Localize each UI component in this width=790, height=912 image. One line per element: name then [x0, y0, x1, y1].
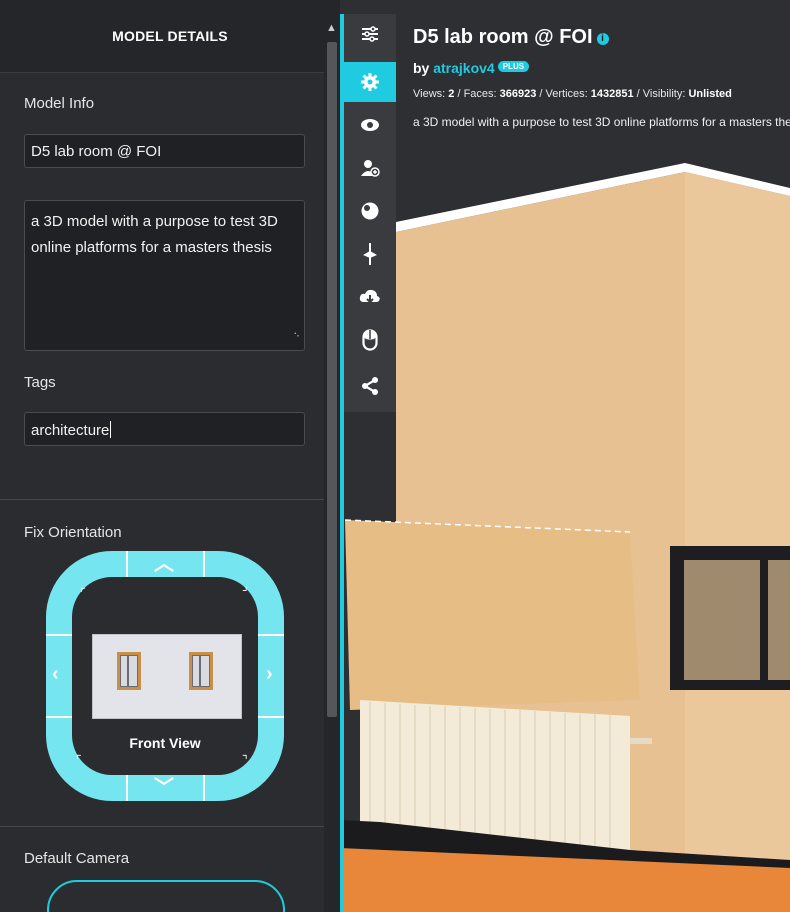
tags-label: Tags — [24, 374, 56, 391]
ring-separator — [126, 551, 128, 577]
model-details-panel: MODEL DETAILS Model Info D5 lab room @ F… — [0, 0, 340, 912]
faces-label: Faces: — [463, 88, 497, 100]
model-description-overlay: a 3D model with a purpose to test 3D onl… — [413, 115, 790, 129]
share-icon — [362, 377, 378, 395]
vertices-label: Vertices: — [545, 88, 588, 100]
rotate-down-arrow-icon[interactable]: ﹀ — [154, 778, 174, 798]
by-prefix: by — [413, 60, 430, 76]
toolbar-download-button[interactable] — [344, 277, 396, 317]
pin-icon — [363, 243, 377, 265]
scroll-up-arrow-icon[interactable]: ▲ — [326, 22, 337, 34]
vertices-count: 1432851 — [590, 88, 634, 100]
ring-separator — [203, 775, 205, 801]
eye-icon — [361, 119, 379, 131]
model-description-textarea[interactable]: a 3D model with a purpose to test 3D onl… — [24, 200, 305, 351]
model-description-value: a 3D model with a purpose to test 3D onl… — [31, 213, 278, 256]
views-count: 2 — [448, 88, 455, 100]
sphere-icon — [361, 202, 379, 220]
panel-header: MODEL DETAILS — [0, 0, 340, 73]
scrollbar-thumb[interactable] — [327, 42, 337, 717]
toolbar-material-button[interactable] — [344, 191, 396, 231]
scene-render — [340, 0, 790, 912]
default-camera-label: Default Camera — [24, 850, 130, 867]
gear-icon — [361, 73, 379, 91]
model-front-thumbnail — [92, 634, 242, 719]
views-label: Views: — [413, 88, 446, 100]
toolbar-settings-button[interactable] — [344, 62, 396, 102]
rotate-left-arrow-icon[interactable]: ‹ — [52, 664, 59, 684]
sliders-icon — [362, 26, 378, 42]
rotate-corner-icon[interactable]: ⌝ — [242, 753, 248, 767]
ring-separator — [258, 716, 284, 718]
window-glass — [684, 560, 760, 680]
ring-separator — [46, 634, 72, 636]
rotate-corner-icon[interactable]: ⌜ — [80, 586, 86, 600]
author-line: by atrajkov4 PLUS — [413, 60, 530, 76]
ring-separator — [258, 634, 284, 636]
toolbar-controls-button[interactable] — [344, 320, 396, 360]
model-info-label: Model Info — [24, 95, 95, 112]
fix-orientation-label: Fix Orientation — [24, 524, 122, 541]
cloud-download-icon — [359, 289, 380, 304]
section-divider — [0, 499, 324, 500]
section-divider — [0, 826, 324, 827]
model-stats: Views: 2 / Faces: 366923 / Vertices: 143… — [413, 88, 732, 100]
right-wall — [685, 172, 790, 860]
front-view-label: Front View — [129, 735, 201, 751]
faces-count: 366923 — [499, 88, 537, 100]
window-glass — [768, 560, 790, 680]
rotate-corner-icon[interactable]: ⌟ — [242, 579, 248, 593]
model-name-input[interactable]: D5 lab room @ FOI — [24, 134, 305, 168]
model-title-text: D5 lab room @ FOI — [413, 26, 593, 48]
toolbar-share-button[interactable] — [344, 366, 396, 406]
resize-grip-icon[interactable]: ⠢ — [293, 321, 300, 347]
info-icon[interactable]: i — [596, 33, 609, 45]
toolbar-pin-button[interactable] — [344, 234, 396, 274]
toolbar-visibility-button[interactable] — [344, 105, 396, 145]
rotate-up-arrow-icon[interactable]: ︿ — [154, 554, 174, 574]
ring-separator — [126, 775, 128, 801]
editor-toolbar — [344, 14, 396, 412]
toolbar-add-user-button[interactable] — [344, 148, 396, 188]
mouse-icon — [362, 329, 378, 351]
rotate-right-arrow-icon[interactable]: › — [266, 664, 273, 684]
tags-value: architecture — [31, 422, 110, 439]
3d-viewport[interactable] — [340, 0, 790, 912]
plus-badge: PLUS — [497, 61, 530, 72]
author-link[interactable]: atrajkov4 — [433, 60, 494, 76]
ring-separator — [203, 551, 205, 577]
thumbnail-window — [189, 652, 213, 690]
tags-input[interactable]: architecture — [24, 412, 305, 446]
default-camera-button[interactable] — [47, 880, 285, 912]
model-name-value: D5 lab room @ FOI — [31, 143, 162, 160]
rotate-corner-icon[interactable]: ⌜ — [76, 753, 82, 767]
thumbnail-window — [117, 652, 141, 690]
visibility-label: Visibility: — [642, 88, 686, 100]
ring-separator — [46, 716, 72, 718]
radiator-valve — [630, 738, 652, 744]
wall-panel — [345, 520, 640, 710]
text-caret — [110, 421, 112, 438]
model-title: D5 lab room @ FOI i — [413, 26, 609, 49]
toolbar-sliders-button[interactable] — [344, 14, 396, 54]
visibility-value: Unlisted — [688, 88, 732, 100]
add-user-icon — [361, 160, 380, 177]
orientation-widget: ︿ ﹀ ‹ › ⌜ ⌟ ⌜ ⌝ Front View — [46, 551, 284, 801]
panel-title: MODEL DETAILS — [112, 28, 228, 44]
